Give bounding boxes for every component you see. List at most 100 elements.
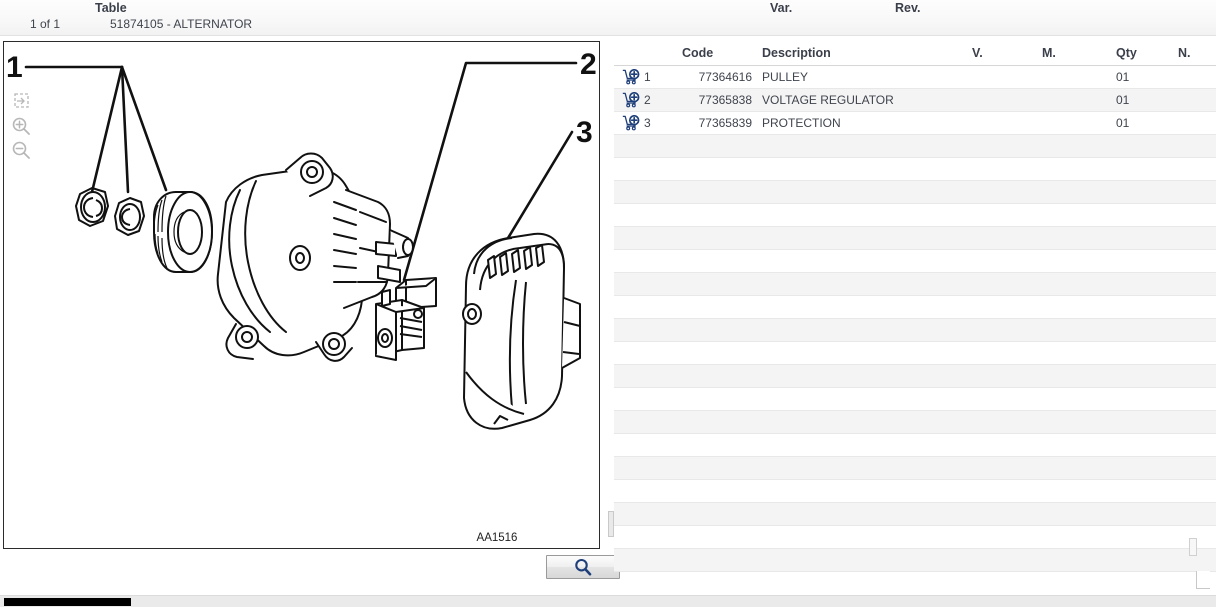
zoom-in-icon[interactable] [11,116,31,136]
cell-empty [682,134,758,158]
cell-empty [1112,456,1178,480]
search-button[interactable] [546,555,620,579]
cell-empty [972,525,1042,549]
cell-empty [644,180,682,204]
cell-m [1042,65,1112,89]
cell-empty [972,502,1042,526]
cell-empty [644,364,682,388]
horizontal-scrollbar[interactable] [0,595,1216,607]
cell-empty [644,226,682,250]
parts-table-body: 1 77364616 PULLEY 01 2 77365838 VOLTAGE REGULA… [614,65,1216,572]
cell-empty [614,433,644,457]
cell-position: 3 [644,111,682,135]
cell-empty [614,502,644,526]
cell-code: 77365839 [682,111,758,135]
table-row[interactable]: 2 77365838 VOLTAGE REGULATOR 01 [614,88,1216,112]
cell-empty [758,387,972,411]
cell-empty [1112,525,1178,549]
add-to-cart-icon[interactable] [622,92,640,108]
cell-empty [758,295,972,319]
cell-empty [758,203,972,227]
cell-code: 77365838 [682,88,758,112]
fit-to-window-icon[interactable] [11,92,31,112]
add-to-cart-cell[interactable] [614,111,644,135]
add-to-cart-icon[interactable] [622,69,640,85]
table-row-empty [614,433,1216,457]
cell-empty [1112,203,1178,227]
zoom-out-icon[interactable] [11,140,31,160]
cell-empty [614,272,644,296]
cell-empty [1042,410,1112,434]
cell-empty [614,203,644,227]
table-row-empty [614,525,1216,549]
cell-empty [1042,387,1112,411]
cell-empty [1178,341,1216,365]
table-row[interactable]: 1 77364616 PULLEY 01 [614,65,1216,89]
cell-empty [1112,341,1178,365]
col-header-position [644,41,682,66]
cell-empty [972,548,1042,572]
cell-empty [758,226,972,250]
cell-empty [758,502,972,526]
parts-list-panel: Code Description V. M. Qty N. 1 77364616 P… [614,41,1216,572]
cell-empty [1112,249,1178,273]
col-header-cart [614,41,644,66]
cell-empty [1112,548,1178,572]
cell-empty [614,456,644,480]
cell-empty [644,433,682,457]
page-indicator: 1 of 1 [30,17,61,31]
table-row-empty [614,410,1216,434]
cell-empty [758,410,972,434]
cell-n [1178,88,1216,112]
cell-empty [682,479,758,503]
cell-empty [1042,157,1112,181]
cell-empty [1042,272,1112,296]
cell-empty [1112,295,1178,319]
add-to-cart-cell[interactable] [614,88,644,112]
cell-empty [972,479,1042,503]
table-row[interactable]: 3 77365839 PROTECTION 01 [614,111,1216,135]
horizontal-scrollbar-thumb[interactable] [4,598,131,606]
cell-empty [1042,249,1112,273]
cell-empty [614,525,644,549]
col-header-n: N. [1178,41,1216,66]
cell-empty [1178,203,1216,227]
cell-empty [614,364,644,388]
cell-empty [682,548,758,572]
table-row-empty [614,456,1216,480]
cell-empty [972,364,1042,388]
cell-empty [1042,479,1112,503]
header-var-label: Var. [770,1,793,15]
diagram-zoom-tools [11,92,33,164]
cell-n [1178,65,1216,89]
cell-v [972,111,1042,135]
vertical-scrollbar-stub[interactable] [1189,538,1197,556]
cell-empty [682,272,758,296]
cell-empty [972,318,1042,342]
cell-empty [682,249,758,273]
cell-description: PROTECTION [758,111,972,135]
cell-empty [972,456,1042,480]
cell-empty [1178,180,1216,204]
drawing-code-label: AA1516 [476,532,518,544]
cell-empty [972,341,1042,365]
cell-empty [614,295,644,319]
cell-m [1042,88,1112,112]
cell-empty [614,157,644,181]
cell-empty [758,249,972,273]
parts-table-header-row: Code Description V. M. Qty N. [614,41,1216,66]
cell-empty [758,433,972,457]
cell-empty [1178,364,1216,388]
scrollbar-corner [1196,571,1210,589]
add-to-cart-cell[interactable] [614,65,644,89]
callout-number-1: 1 [6,51,23,84]
cell-empty [644,295,682,319]
search-icon [575,558,592,576]
alternator-exploded-diagram: 1 2 3 [4,42,599,548]
cell-empty [972,203,1042,227]
diagram-viewer[interactable]: 1 2 3 AA1516 [3,41,600,549]
add-to-cart-icon[interactable] [622,115,640,131]
cell-empty [1112,387,1178,411]
cell-empty [644,502,682,526]
parts-table: Code Description V. M. Qty N. 1 77364616 P… [614,41,1216,572]
